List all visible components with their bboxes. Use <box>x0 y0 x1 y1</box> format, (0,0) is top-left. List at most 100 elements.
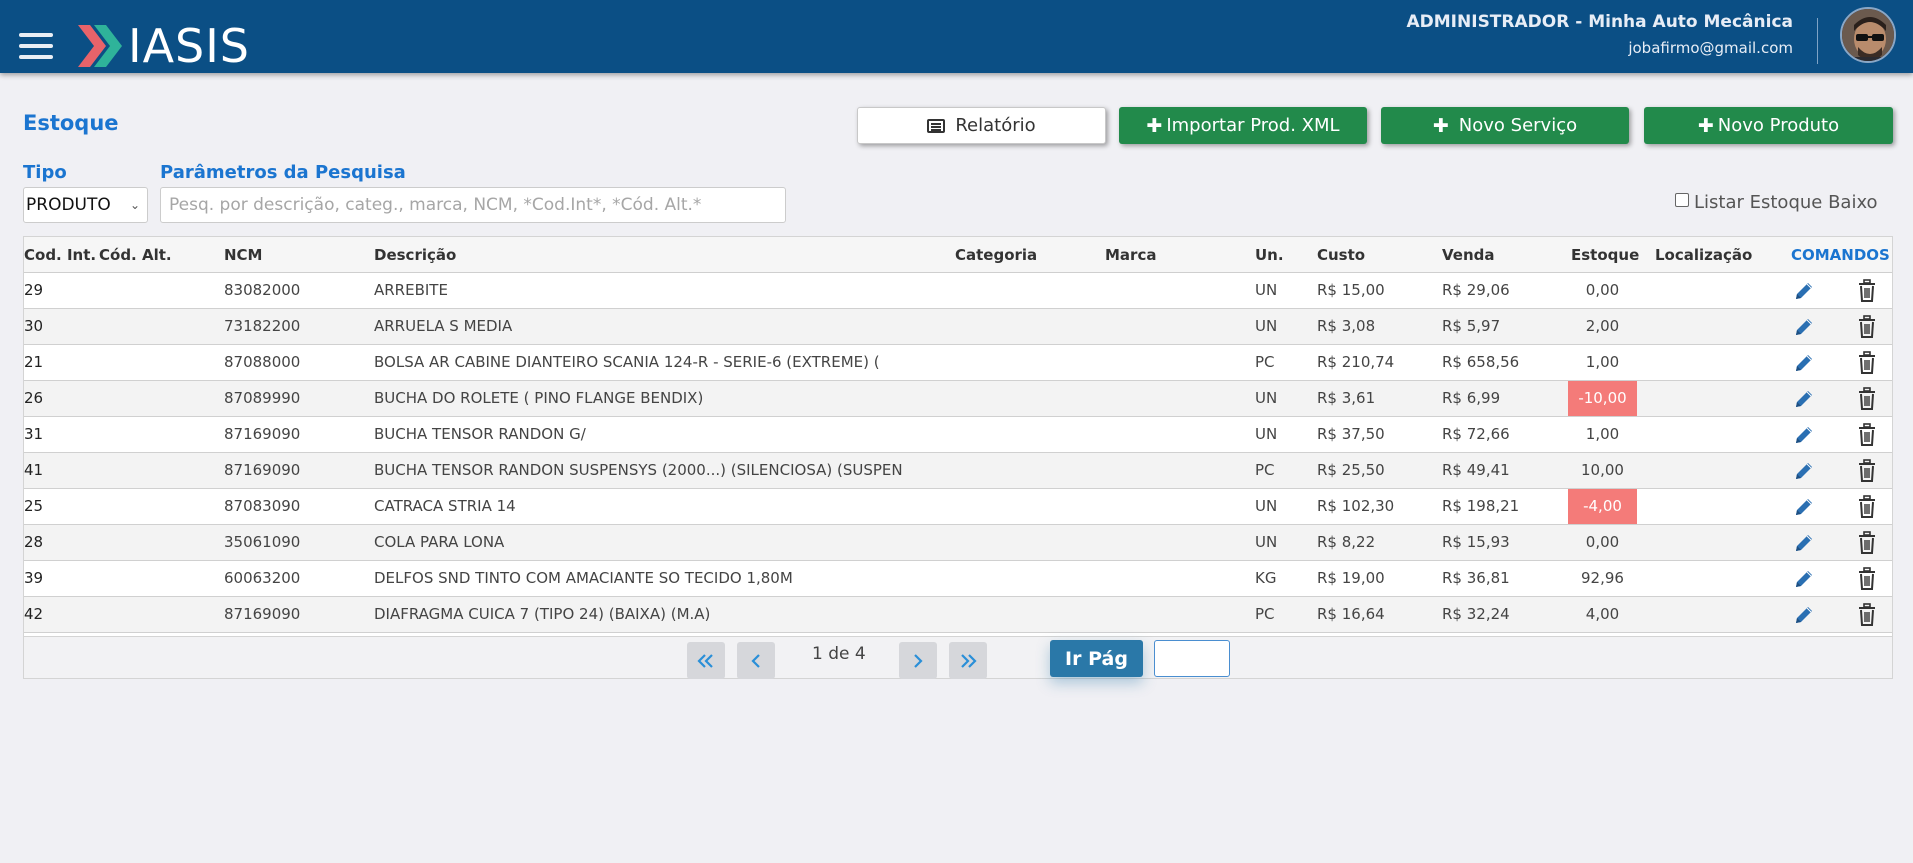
cell-venda: R$ 15,93 <box>1442 533 1510 551</box>
page-info: 1 de 4 <box>812 644 866 664</box>
trash-icon[interactable] <box>1857 351 1877 375</box>
goto-page-input[interactable] <box>1154 640 1230 677</box>
table-row[interactable]: 28 35061090 COLA PARA LONA UN R$ 8,22 R$ 15,9… <box>24 525 1892 561</box>
user-title: ADMINISTRADOR - Minha Auto Mecânica <box>1406 12 1794 32</box>
col-custo[interactable]: Custo <box>1317 246 1365 264</box>
table-header: Cod. Int. Cód. Alt. NCM Descrição Catego… <box>24 237 1892 273</box>
table-row[interactable]: 41 87169090 BUCHA TENSOR RANDON SUSPENSYS … <box>24 453 1892 489</box>
user-info: ADMINISTRADOR - Minha Auto Mecânica joba… <box>1407 12 1794 57</box>
header-divider <box>1817 18 1818 64</box>
cell-estoque: 0,00 <box>1585 281 1620 299</box>
new-service-button[interactable]: ✚ Novo Serviço <box>1381 107 1629 144</box>
low-stock-checkbox[interactable] <box>1675 192 1689 207</box>
cell-descricao: CATRACA STRIA 14 <box>374 497 516 515</box>
pencil-icon[interactable] <box>1793 316 1815 338</box>
import-xml-button-label: Importar Prod. XML <box>1166 115 1340 136</box>
logo-text: IASIS <box>128 19 250 73</box>
last-page-button[interactable] <box>949 642 987 679</box>
cell-descricao: DIAFRAGMA CUICA 7 (TIPO 24) (BAIXA) (M.A… <box>374 605 711 623</box>
cell-descricao: ARRUELA S MEDIA <box>374 317 513 335</box>
trash-icon[interactable] <box>1857 531 1877 555</box>
hamburger-menu-icon[interactable] <box>19 33 53 61</box>
col-venda[interactable]: Venda <box>1442 246 1495 264</box>
new-product-button[interactable]: ✚ Novo Produto <box>1644 107 1893 144</box>
cell-ncm: 87089990 <box>224 389 301 407</box>
search-input[interactable] <box>160 187 786 223</box>
table-row[interactable]: 29 83082000 ARREBITE UN R$ 15,00 R$ 29,06 0,00 <box>24 273 1892 309</box>
cell-cod-int: 28 <box>24 533 44 551</box>
cell-un: PC <box>1255 461 1275 479</box>
col-localizacao[interactable]: Localização <box>1655 246 1752 264</box>
app-logo[interactable]: IASIS <box>78 22 250 70</box>
cell-ncm: 35061090 <box>224 533 301 551</box>
pagination-bar: 1 de 4 Ir Pág <box>24 636 1892 679</box>
trash-icon[interactable] <box>1857 495 1877 519</box>
chevron-down-icon: ⌄ <box>129 198 140 212</box>
pencil-icon[interactable] <box>1793 532 1815 554</box>
trash-icon[interactable] <box>1857 567 1877 591</box>
cell-custo: R$ 8,22 <box>1317 533 1376 551</box>
cell-estoque: -10,00 <box>1568 381 1637 416</box>
report-button[interactable]: Relatório <box>857 107 1106 144</box>
cell-ncm: 87169090 <box>224 605 301 623</box>
list-document-icon <box>927 118 946 133</box>
pencil-icon[interactable] <box>1793 496 1815 518</box>
table-row[interactable]: 25 87083090 CATRACA STRIA 14 UN R$ 102,30 R$ … <box>24 489 1892 525</box>
cell-custo: R$ 3,61 <box>1317 389 1376 407</box>
low-stock-toggle[interactable]: Listar Estoque Baixo <box>1675 192 1878 213</box>
cell-venda: R$ 198,21 <box>1442 497 1520 515</box>
pencil-icon[interactable] <box>1793 604 1815 626</box>
table-row[interactable]: 26 87089990 BUCHA DO ROLETE ( PINO FLANGE … <box>24 381 1892 417</box>
col-descricao[interactable]: Descrição <box>374 246 456 264</box>
col-categoria[interactable]: Categoria <box>955 246 1037 264</box>
avatar[interactable] <box>1840 7 1896 63</box>
col-marca[interactable]: Marca <box>1105 246 1156 264</box>
first-page-button[interactable] <box>687 642 725 679</box>
col-cod-int[interactable]: Cod. Int. <box>24 246 96 264</box>
table-row[interactable]: 21 87088000 BOLSA AR CABINE DIANTEIRO SCAN… <box>24 345 1892 381</box>
col-estoque[interactable]: Estoque <box>1571 246 1639 264</box>
trash-icon[interactable] <box>1857 279 1877 303</box>
report-button-label: Relatório <box>955 115 1036 136</box>
col-cod-alt[interactable]: Cód. Alt. <box>99 246 172 264</box>
cell-un: UN <box>1255 317 1278 335</box>
col-comandos: COMANDOS <box>1791 246 1890 264</box>
table-row[interactable]: 30 73182200 ARRUELA S MEDIA UN R$ 3,08 R$ 5,9… <box>24 309 1892 345</box>
table-row[interactable]: 31 87169090 BUCHA TENSOR RANDON G/UN R$ 37,… <box>24 417 1892 453</box>
cell-venda: R$ 5,97 <box>1442 317 1501 335</box>
cell-custo: R$ 37,50 <box>1317 425 1385 443</box>
trash-icon[interactable] <box>1857 387 1877 411</box>
cell-un: UN <box>1255 425 1278 443</box>
trash-icon[interactable] <box>1857 603 1877 627</box>
cell-custo: R$ 210,74 <box>1317 353 1395 371</box>
goto-page-button[interactable]: Ir Pág <box>1050 640 1143 677</box>
cell-custo: R$ 3,08 <box>1317 317 1376 335</box>
cell-un: UN <box>1255 389 1278 407</box>
pencil-icon[interactable] <box>1793 568 1815 590</box>
col-un[interactable]: Un. <box>1255 246 1284 264</box>
trash-icon[interactable] <box>1857 423 1877 447</box>
pencil-icon[interactable] <box>1793 424 1815 446</box>
cell-un: UN <box>1255 281 1278 299</box>
pencil-icon[interactable] <box>1793 460 1815 482</box>
pencil-icon[interactable] <box>1793 352 1815 374</box>
trash-icon[interactable] <box>1857 459 1877 483</box>
cell-venda: R$ 72,66 <box>1442 425 1510 443</box>
low-stock-label: Listar Estoque Baixo <box>1694 192 1878 213</box>
cell-un: PC <box>1255 605 1275 623</box>
type-select[interactable]: PRODUTO ⌄ <box>23 187 148 223</box>
trash-icon[interactable] <box>1857 315 1877 339</box>
chevron-right-icon <box>914 653 923 668</box>
import-xml-button[interactable]: ✚ Importar Prod. XML <box>1119 107 1367 144</box>
pencil-icon[interactable] <box>1793 280 1815 302</box>
col-ncm[interactable]: NCM <box>224 246 263 264</box>
prev-page-button[interactable] <box>737 642 775 679</box>
cell-ncm: 73182200 <box>224 317 301 335</box>
next-page-button[interactable] <box>899 642 937 679</box>
pencil-icon[interactable] <box>1793 388 1815 410</box>
table-row[interactable]: 39 60063200 DELFOS SND TINTO COM AMACIANTE… <box>24 561 1892 597</box>
cell-estoque: 1,00 <box>1585 425 1620 443</box>
cell-descricao: COLA PARA LONA <box>374 533 505 551</box>
cell-un: UN <box>1255 497 1278 515</box>
table-row[interactable]: 42 87169090 DIAFRAGMA CUICA 7 (TIPO 24) (B… <box>24 597 1892 633</box>
